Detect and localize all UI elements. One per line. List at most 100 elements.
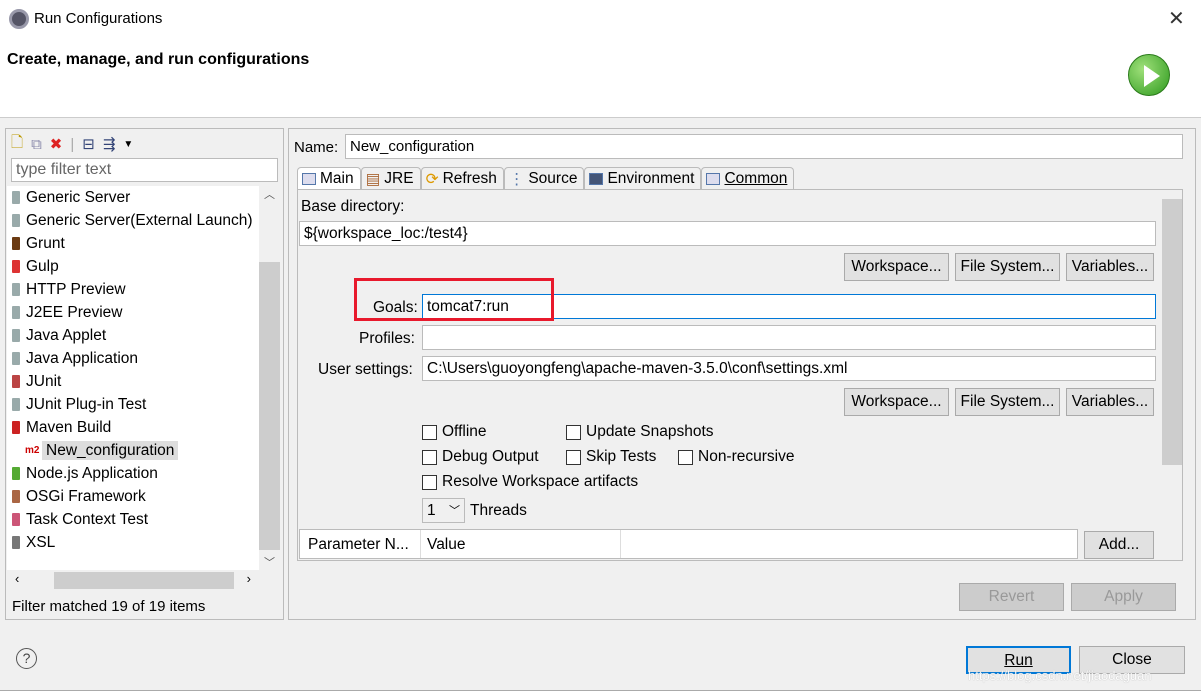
content-scrollbar[interactable]: [1162, 191, 1182, 560]
configuration-editor: Name: New_configuration Main ▤ JRE ⟳ Refre…: [288, 128, 1196, 620]
header-title: Create, manage, and run configurations: [7, 51, 310, 68]
configuration-list-panel: 🗋 ⧉ ✖ | ⊟ ⇶ ▼ type filter text Generic S…: [5, 128, 284, 620]
revert-button[interactable]: Revert: [959, 583, 1064, 611]
filter-icon[interactable]: ⇶: [103, 135, 116, 153]
server-icon: [12, 306, 20, 319]
environment-icon: [589, 173, 604, 185]
tree-item-label: J2EE Preview: [26, 304, 123, 321]
apply-button[interactable]: Apply: [1071, 583, 1176, 611]
tree-item-label: Generic Server(External Launch): [26, 212, 253, 229]
server-icon: [12, 283, 20, 296]
server-icon: [12, 191, 20, 204]
workspace-button[interactable]: Workspace...: [844, 253, 949, 281]
tree-item[interactable]: Maven Build: [7, 416, 259, 439]
vertical-scroll-thumb[interactable]: [259, 262, 280, 550]
delete-icon[interactable]: ✖: [50, 135, 63, 153]
tab-common[interactable]: Common: [701, 167, 795, 189]
tree-item-label: Node.js Application: [26, 465, 158, 482]
list-toolbar: 🗋 ⧉ ✖ | ⊟ ⇶ ▼: [11, 133, 133, 155]
tree-item[interactable]: Gulp: [7, 255, 259, 278]
chevron-down-icon[interactable]: ▼: [123, 139, 133, 150]
tab-main[interactable]: Main: [297, 167, 361, 189]
variables-button-2[interactable]: Variables...: [1066, 388, 1154, 416]
add-parameter-button[interactable]: Add...: [1084, 531, 1154, 559]
tree-item[interactable]: JUnit Plug-in Test: [7, 393, 259, 416]
offline-checkbox[interactable]: Offline: [422, 423, 487, 441]
java-app-icon: [12, 352, 20, 365]
tree-item-label: Generic Server: [26, 189, 131, 206]
value-header[interactable]: Value: [427, 536, 466, 554]
junit-icon: [12, 375, 20, 388]
skip-tests-checkbox[interactable]: Skip Tests: [566, 448, 656, 466]
user-settings-label: User settings:: [318, 361, 413, 378]
filter-input[interactable]: type filter text: [11, 158, 278, 182]
tree-item[interactable]: m2 New_configuration: [7, 439, 259, 462]
tree-item[interactable]: OSGi Framework: [7, 485, 259, 508]
background-strip: [0, 690, 1201, 696]
tab-environment[interactable]: Environment: [584, 167, 702, 189]
threads-select[interactable]: 1 ﹀: [422, 498, 465, 523]
tree-item[interactable]: Java Applet: [7, 324, 259, 347]
tree-item[interactable]: Grunt: [7, 232, 259, 255]
profiles-input[interactable]: [422, 325, 1156, 350]
tree-item[interactable]: Generic Server: [7, 186, 259, 209]
chevron-down-icon: ﹀: [449, 505, 460, 517]
tree-item[interactable]: XSL: [7, 531, 259, 554]
gulp-icon: [12, 260, 20, 273]
task-icon: [12, 513, 20, 526]
tree-item[interactable]: Java Application: [7, 347, 259, 370]
duplicate-icon[interactable]: ⧉: [31, 136, 42, 153]
tree-item-label: JUnit Plug-in Test: [26, 396, 147, 413]
common-icon: [706, 173, 721, 185]
junit-plugin-icon: [12, 398, 20, 411]
profiles-label: Profiles:: [359, 330, 415, 347]
eclipse-icon: [9, 9, 29, 29]
configuration-tree: Generic Server Generic Server(External La…: [7, 186, 259, 572]
xsl-icon: [12, 536, 20, 549]
tab-bar: Main ▤ JRE ⟳ Refresh ⋮ Source Environment C…: [297, 167, 795, 189]
applet-icon: [12, 329, 20, 342]
tree-item[interactable]: Task Context Test: [7, 508, 259, 531]
tree-item-label: Gulp: [26, 258, 59, 275]
user-settings-input[interactable]: C:\Users\guoyongfeng\apache-maven-3.5.0\…: [422, 356, 1156, 381]
update-snapshots-checkbox[interactable]: Update Snapshots: [566, 423, 714, 441]
tree-item[interactable]: JUnit: [7, 370, 259, 393]
threads-label: Threads: [470, 502, 527, 519]
source-icon: ⋮: [508, 170, 525, 188]
tree-item[interactable]: HTTP Preview: [7, 278, 259, 301]
new-config-icon[interactable]: 🗋: [11, 132, 23, 157]
watermark: https://blog.csdn.net/jiaodaguan: [968, 668, 1152, 683]
refresh-icon: ⟳: [425, 170, 439, 188]
variables-button[interactable]: Variables...: [1066, 253, 1154, 281]
name-input[interactable]: New_configuration: [345, 134, 1183, 159]
parameter-name-header[interactable]: Parameter N...: [308, 536, 409, 554]
resolve-workspace-checkbox[interactable]: Resolve Workspace artifacts: [422, 473, 638, 491]
file-system-button[interactable]: File System...: [955, 253, 1060, 281]
maven-icon: [12, 421, 20, 434]
main-tab-icon: [302, 173, 316, 185]
grunt-icon: [12, 237, 20, 250]
help-icon[interactable]: ?: [16, 648, 37, 669]
collapse-all-icon[interactable]: ⊟: [82, 135, 95, 153]
tree-item[interactable]: J2EE Preview: [7, 301, 259, 324]
tab-refresh[interactable]: ⟳ Refresh: [420, 167, 504, 189]
tree-item-label: XSL: [26, 534, 56, 551]
non-recursive-checkbox[interactable]: Non-recursive: [678, 448, 794, 466]
close-window-icon[interactable]: ✕: [1168, 6, 1185, 31]
tab-source[interactable]: ⋮ Source: [503, 167, 585, 189]
tree-item-label: Maven Build: [26, 419, 112, 436]
tree-item[interactable]: Generic Server(External Launch): [7, 209, 259, 232]
base-directory-input[interactable]: ${workspace_loc:/test4}: [299, 221, 1156, 246]
tab-jre[interactable]: ▤ JRE: [360, 167, 421, 189]
base-directory-label: Base directory:: [301, 198, 405, 215]
file-system-button-2[interactable]: File System...: [955, 388, 1060, 416]
highlight-annotation-box: [354, 278, 554, 321]
parameter-table[interactable]: Parameter N... Value: [299, 529, 1078, 559]
tree-item-label: New_configuration: [42, 441, 179, 460]
workspace-button-2[interactable]: Workspace...: [844, 388, 949, 416]
osgi-icon: [12, 490, 20, 503]
horizontal-scroll-thumb[interactable]: [54, 572, 234, 589]
window-title: Run Configurations: [34, 10, 163, 27]
tree-item[interactable]: Node.js Application: [7, 462, 259, 485]
debug-output-checkbox[interactable]: Debug Output: [422, 448, 539, 466]
